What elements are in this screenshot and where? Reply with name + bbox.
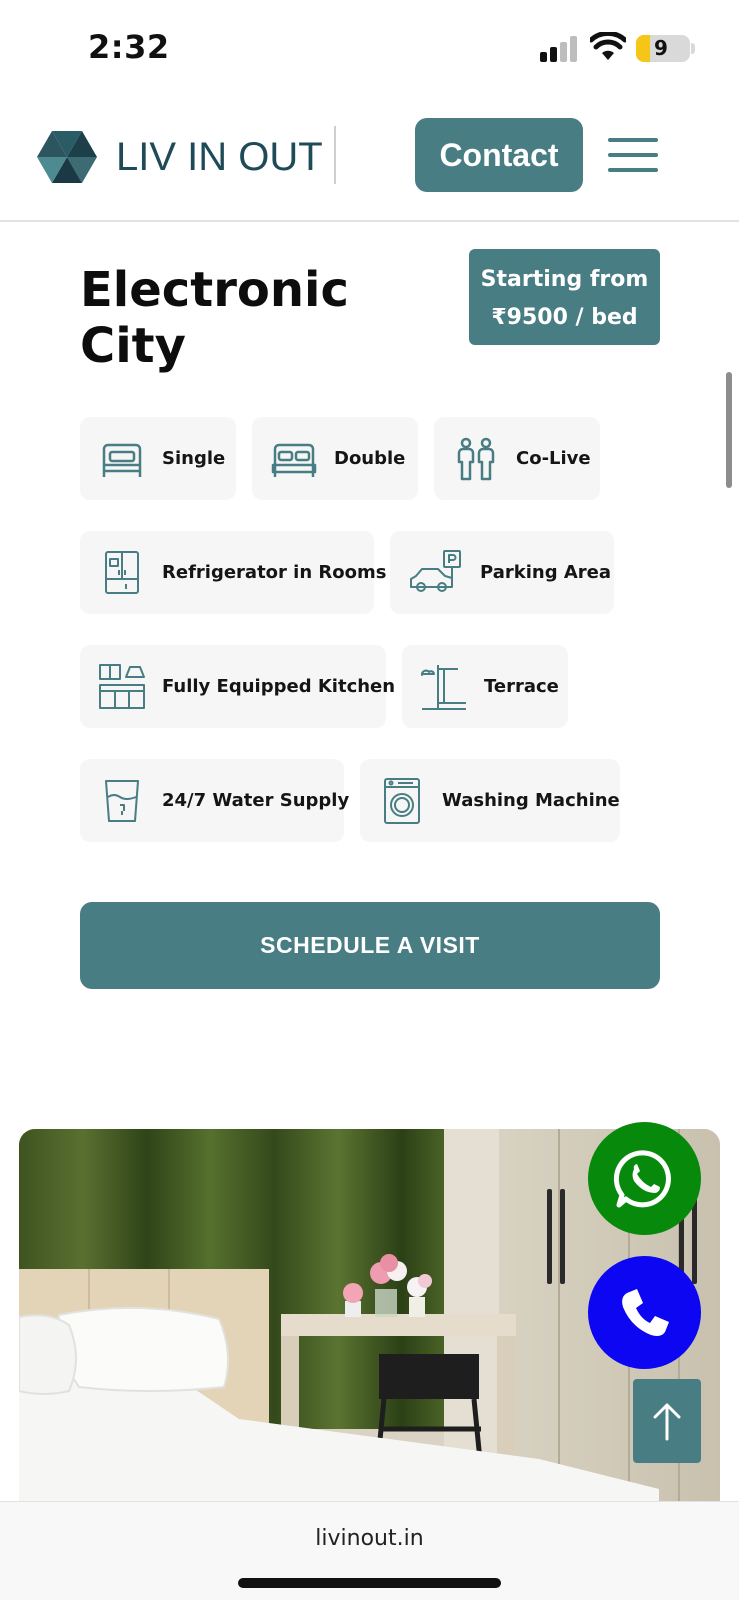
whatsapp-button[interactable]: [588, 1122, 701, 1235]
single-bed-icon: [102, 443, 142, 477]
scroll-to-top-button[interactable]: [633, 1379, 701, 1463]
browser-address-bar[interactable]: livinout.in: [0, 1501, 739, 1600]
logo-text: LIV IN OUT: [116, 134, 323, 179]
header-divider: [334, 126, 336, 184]
call-button[interactable]: [588, 1256, 701, 1369]
amenity-label: 24/7 Water Supply: [162, 790, 350, 811]
url-text[interactable]: livinout.in: [0, 1526, 739, 1551]
amenity-refrigerator: Refrigerator in Rooms: [80, 531, 387, 614]
people-icon: [457, 437, 495, 480]
amenity-washing-machine: Washing Machine: [360, 759, 620, 842]
terrace-icon: [421, 664, 466, 710]
amenity-parking: Parking Area: [390, 531, 614, 614]
room-type-label: Co-Live: [516, 448, 591, 469]
whatsapp-icon: [613, 1149, 671, 1207]
amenity-water: 24/7 Water Supply: [80, 759, 349, 842]
arrow-up-icon: [653, 1403, 681, 1441]
room-type-colive: Co-Live: [434, 417, 600, 500]
status-bar: 2:32 9: [0, 0, 739, 96]
hamburger-menu-icon[interactable]: [608, 136, 660, 174]
property-title: Electronic City: [80, 262, 349, 374]
amenity-kitchen: Fully Equipped Kitchen: [80, 645, 395, 728]
logo-hexagon-icon: [37, 131, 97, 183]
room-type-single: Single: [80, 417, 236, 500]
cellular-signal-icon: [540, 36, 577, 62]
price-label: Starting from: [480, 267, 649, 292]
scrollbar-thumb[interactable]: [726, 372, 732, 488]
price-badge: Starting from ₹9500 / bed: [469, 249, 660, 345]
room-type-label: Double: [334, 448, 406, 469]
battery-level: 9: [654, 36, 668, 60]
contact-button[interactable]: Contact: [415, 118, 583, 192]
site-header: LIV IN OUT Contact: [0, 100, 739, 222]
refrigerator-icon: [105, 550, 139, 594]
double-bed-icon: [271, 443, 317, 477]
washing-machine-icon: [384, 777, 420, 824]
amenity-label: Terrace: [484, 676, 559, 697]
schedule-visit-button[interactable]: SCHEDULE A VISIT: [80, 902, 660, 989]
amenity-label: Refrigerator in Rooms: [162, 562, 387, 583]
phone-icon: [621, 1288, 669, 1336]
amenity-label: Parking Area: [480, 562, 612, 583]
site-logo[interactable]: LIV IN OUT: [36, 126, 323, 188]
wifi-icon: [590, 32, 626, 60]
water-supply-icon: [105, 779, 139, 822]
room-type-double: Double: [252, 417, 418, 500]
battery-tip: [691, 43, 695, 54]
kitchen-icon: [99, 663, 145, 709]
amenity-terrace: Terrace: [402, 645, 568, 728]
amenity-label: Washing Machine: [442, 790, 620, 811]
amenity-label: Fully Equipped Kitchen: [162, 676, 396, 697]
price-value: ₹9500 / bed: [491, 305, 638, 330]
parking-car-icon: [410, 549, 461, 592]
home-indicator[interactable]: [238, 1578, 501, 1588]
battery-icon: 9: [636, 35, 690, 62]
room-type-label: Single: [162, 448, 226, 469]
status-time: 2:32: [88, 28, 170, 66]
